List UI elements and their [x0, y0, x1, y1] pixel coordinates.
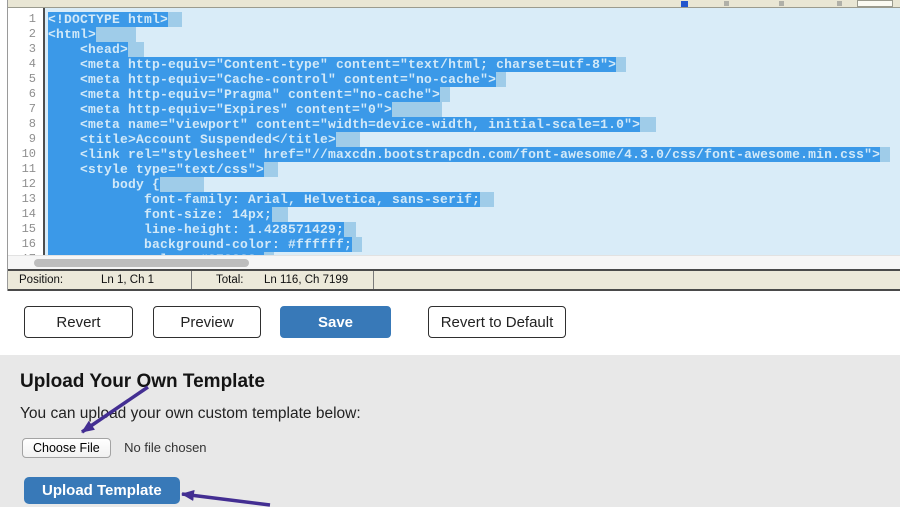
code-line: body { — [48, 177, 900, 192]
line-number: 14 — [8, 207, 43, 222]
code-line: <head> — [48, 42, 900, 57]
toolbar-fragment-gray — [779, 1, 784, 6]
line-number: 9 — [8, 132, 43, 147]
editor-status-bar: Position: Ln 1, Ch 1 Total: Ln 116, Ch 7… — [8, 269, 900, 291]
choose-file-button[interactable]: Choose File — [22, 438, 111, 458]
line-number: 2 — [8, 27, 43, 42]
upload-section-description: You can upload your own custom template … — [20, 405, 361, 423]
line-number-gutter: 1234567891011121314151617 — [8, 8, 45, 255]
status-divider — [373, 271, 374, 289]
upload-template-button[interactable]: Upload Template — [24, 477, 180, 504]
code-line: <meta http-equiv="Pragma" content="no-ca… — [48, 87, 900, 102]
line-number: 4 — [8, 57, 43, 72]
line-number: 8 — [8, 117, 43, 132]
line-number: 6 — [8, 87, 43, 102]
no-file-chosen-text: No file chosen — [124, 438, 206, 458]
line-number: 16 — [8, 237, 43, 252]
line-number: 3 — [8, 42, 43, 57]
code-line: <style type="text/css"> — [48, 162, 900, 177]
file-input-row: Choose File No file chosen — [22, 438, 207, 458]
toolbar-fragment-blue — [681, 1, 688, 7]
toolbar-fragment-button[interactable] — [857, 0, 893, 7]
editor-frame: 1234567891011121314151617 <!DOCTYPE html… — [7, 0, 900, 291]
line-number: 11 — [8, 162, 43, 177]
upload-section-heading: Upload Your Own Template — [20, 371, 265, 393]
code-line: <meta http-equiv="Content-type" content=… — [48, 57, 900, 72]
line-number: 1 — [8, 12, 43, 27]
line-number: 15 — [8, 222, 43, 237]
horizontal-scrollbar-thumb[interactable] — [34, 259, 249, 267]
line-number: 12 — [8, 177, 43, 192]
revert-to-default-button[interactable]: Revert to Default — [428, 306, 566, 338]
revert-button[interactable]: Revert — [24, 306, 133, 338]
code-line: font-size: 14px; — [48, 207, 900, 222]
line-number: 5 — [8, 72, 43, 87]
position-value: Ln 1, Ch 1 — [101, 274, 154, 286]
code-line: <meta name="viewport" content="width=dev… — [48, 117, 900, 132]
toolbar-clipped-strip — [8, 0, 900, 8]
upload-template-section: Upload Your Own Template You can upload … — [0, 355, 900, 507]
toolbar-fragment-gray — [724, 1, 729, 6]
status-divider — [191, 271, 192, 289]
line-number: 13 — [8, 192, 43, 207]
position-label: Position: — [19, 274, 63, 286]
action-button-row: Revert Preview Save Revert to Default — [0, 306, 900, 338]
horizontal-scrollbar — [8, 255, 900, 269]
code-line: <!DOCTYPE html> — [48, 12, 900, 27]
save-button[interactable]: Save — [280, 306, 391, 338]
total-value: Ln 116, Ch 7199 — [264, 274, 348, 286]
code-line: <meta http-equiv="Expires" content="0"> — [48, 102, 900, 117]
code-line: font-family: Arial, Helvetica, sans-seri… — [48, 192, 900, 207]
code-line: <title>Account Suspended</title> — [48, 132, 900, 147]
total-label: Total: — [216, 274, 244, 286]
line-number: 10 — [8, 147, 43, 162]
code-area[interactable]: <!DOCTYPE html><html> <head> <meta http-… — [45, 8, 900, 255]
code-line: line-height: 1.428571429; — [48, 222, 900, 237]
code-line: <meta http-equiv="Cache-control" content… — [48, 72, 900, 87]
line-number: 7 — [8, 102, 43, 117]
code-editor: 1234567891011121314151617 <!DOCTYPE html… — [8, 8, 900, 255]
code-line: <html> — [48, 27, 900, 42]
code-line: <link rel="stylesheet" href="//maxcdn.bo… — [48, 147, 900, 162]
code-line: background-color: #ffffff; — [48, 237, 900, 252]
preview-button[interactable]: Preview — [153, 306, 261, 338]
toolbar-fragment-gray — [837, 1, 842, 6]
